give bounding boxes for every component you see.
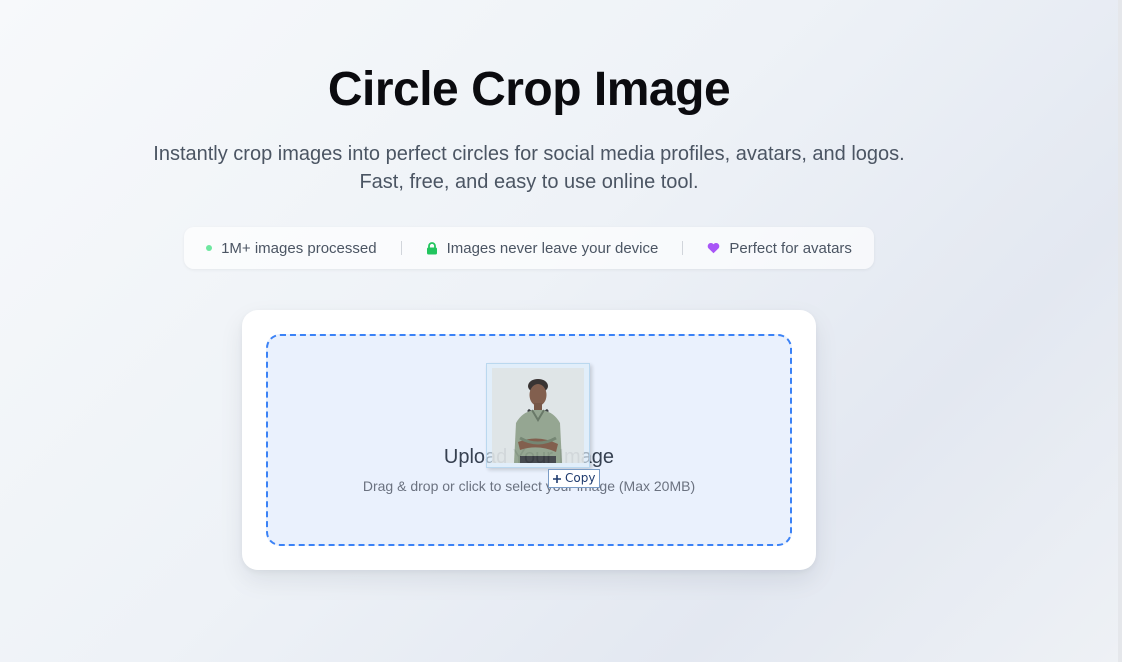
- stats-bar: 1M+ images processed Images never leave …: [184, 227, 874, 269]
- stat-label: Images never leave your device: [446, 239, 659, 257]
- stat-label: Perfect for avatars: [729, 239, 852, 257]
- stat-label: 1M+ images processed: [221, 239, 377, 257]
- lock-icon: [426, 241, 438, 255]
- divider: [400, 241, 402, 255]
- page-subtitle: Instantly crop images into perfect circl…: [153, 143, 905, 193]
- upload-hint: Drag & drop or click to select your imag…: [362, 478, 696, 494]
- stat-avatars: Perfect for avatars: [693, 240, 866, 257]
- divider: [682, 241, 684, 255]
- drag-copy-indicator: Copy: [548, 469, 601, 488]
- page: Circle Crop Image Instantly crop images …: [0, 0, 1122, 662]
- stat-privacy: Images never leave your device: [412, 240, 673, 257]
- copy-label: Copy: [565, 471, 596, 485]
- scrollbar[interactable]: [1118, 0, 1122, 662]
- heart-icon: [707, 242, 720, 254]
- person-photo: [492, 368, 584, 463]
- stat-images-processed: 1M+ images processed: [192, 240, 391, 257]
- plus-icon: [552, 474, 562, 484]
- green-dot-icon: [206, 245, 213, 251]
- drag-image-thumbnail: [486, 363, 590, 468]
- page-title: Circle Crop Image: [327, 63, 731, 116]
